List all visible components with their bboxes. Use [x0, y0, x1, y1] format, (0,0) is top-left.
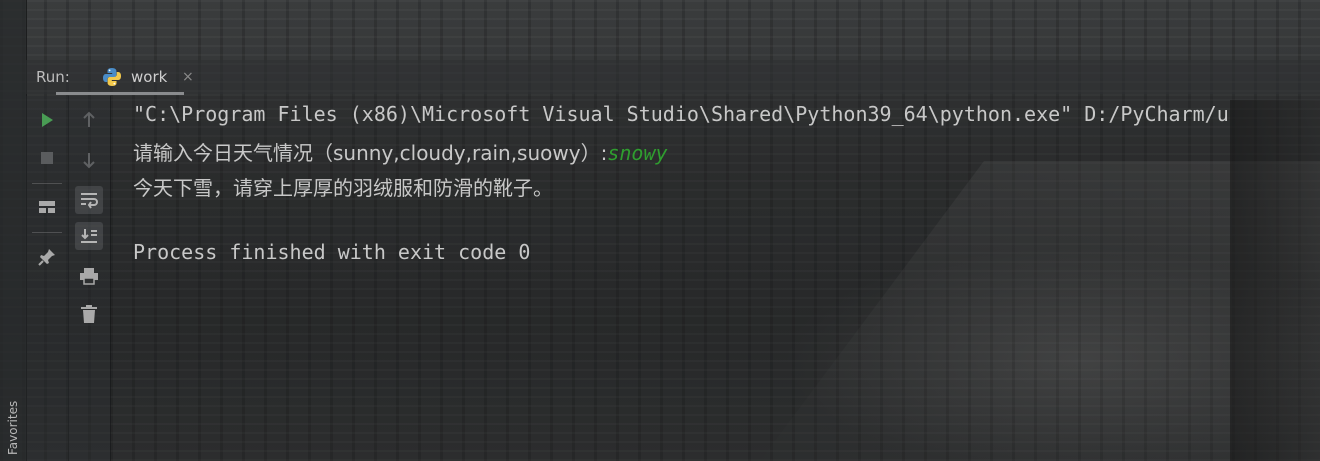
close-icon[interactable]: × — [182, 69, 194, 85]
run-button[interactable] — [33, 106, 61, 134]
run-panel-header: Run: work × — [26, 60, 1320, 94]
console-output[interactable]: "C:\Program Files (x86)\Microsoft Visual… — [111, 96, 1320, 461]
tab-label: work — [131, 68, 168, 86]
run-toolbar-primary — [26, 96, 69, 461]
layout-button[interactable] — [33, 193, 61, 221]
left-tool-strip: Favorites — [0, 0, 27, 461]
toolbar-separator — [32, 232, 62, 233]
layout-icon — [39, 201, 55, 213]
arrow-down-icon — [83, 153, 95, 169]
pin-button[interactable] — [33, 243, 61, 271]
stop-button[interactable] — [33, 144, 61, 172]
stop-icon — [41, 152, 53, 164]
next-occurrence-button[interactable] — [75, 146, 103, 174]
run-toolbar-secondary — [68, 96, 111, 461]
tab-work[interactable]: work × — [98, 60, 211, 94]
run-icon — [42, 113, 53, 127]
scroll-to-end-button[interactable] — [75, 222, 103, 250]
run-panel-label: Run: — [36, 68, 70, 86]
clear-all-button[interactable] — [75, 300, 103, 328]
active-tab-indicator — [56, 92, 184, 95]
pin-icon — [38, 249, 55, 266]
scroll-to-end-icon — [81, 229, 97, 243]
trash-icon — [81, 305, 97, 323]
console-user-input: snowy — [607, 141, 668, 165]
favorites-tool-tab[interactable]: Favorites — [2, 385, 24, 455]
print-button[interactable] — [75, 262, 103, 290]
print-icon — [80, 268, 98, 285]
console-command-line: "C:\Program Files (x86)\Microsoft Visual… — [133, 102, 1229, 126]
arrow-up-icon — [83, 111, 95, 127]
previous-occurrence-button[interactable] — [75, 106, 103, 134]
console-exit-message: Process finished with exit code 0 — [133, 240, 531, 264]
console-prompt: 请输入今日天气情况（sunny,cloudy,rain,suowy）: — [133, 141, 608, 165]
soft-wrap-button[interactable] — [75, 186, 103, 214]
toolbar-separator — [32, 183, 62, 184]
console-output-line: 今天下雪，请穿上厚厚的羽绒服和防滑的靴子。 — [133, 176, 553, 200]
soft-wrap-icon — [81, 193, 98, 209]
python-icon — [102, 67, 122, 87]
console-prompt-line: 请输入今日天气情况（sunny,cloudy,rain,suowy）:snowy — [133, 137, 668, 166]
